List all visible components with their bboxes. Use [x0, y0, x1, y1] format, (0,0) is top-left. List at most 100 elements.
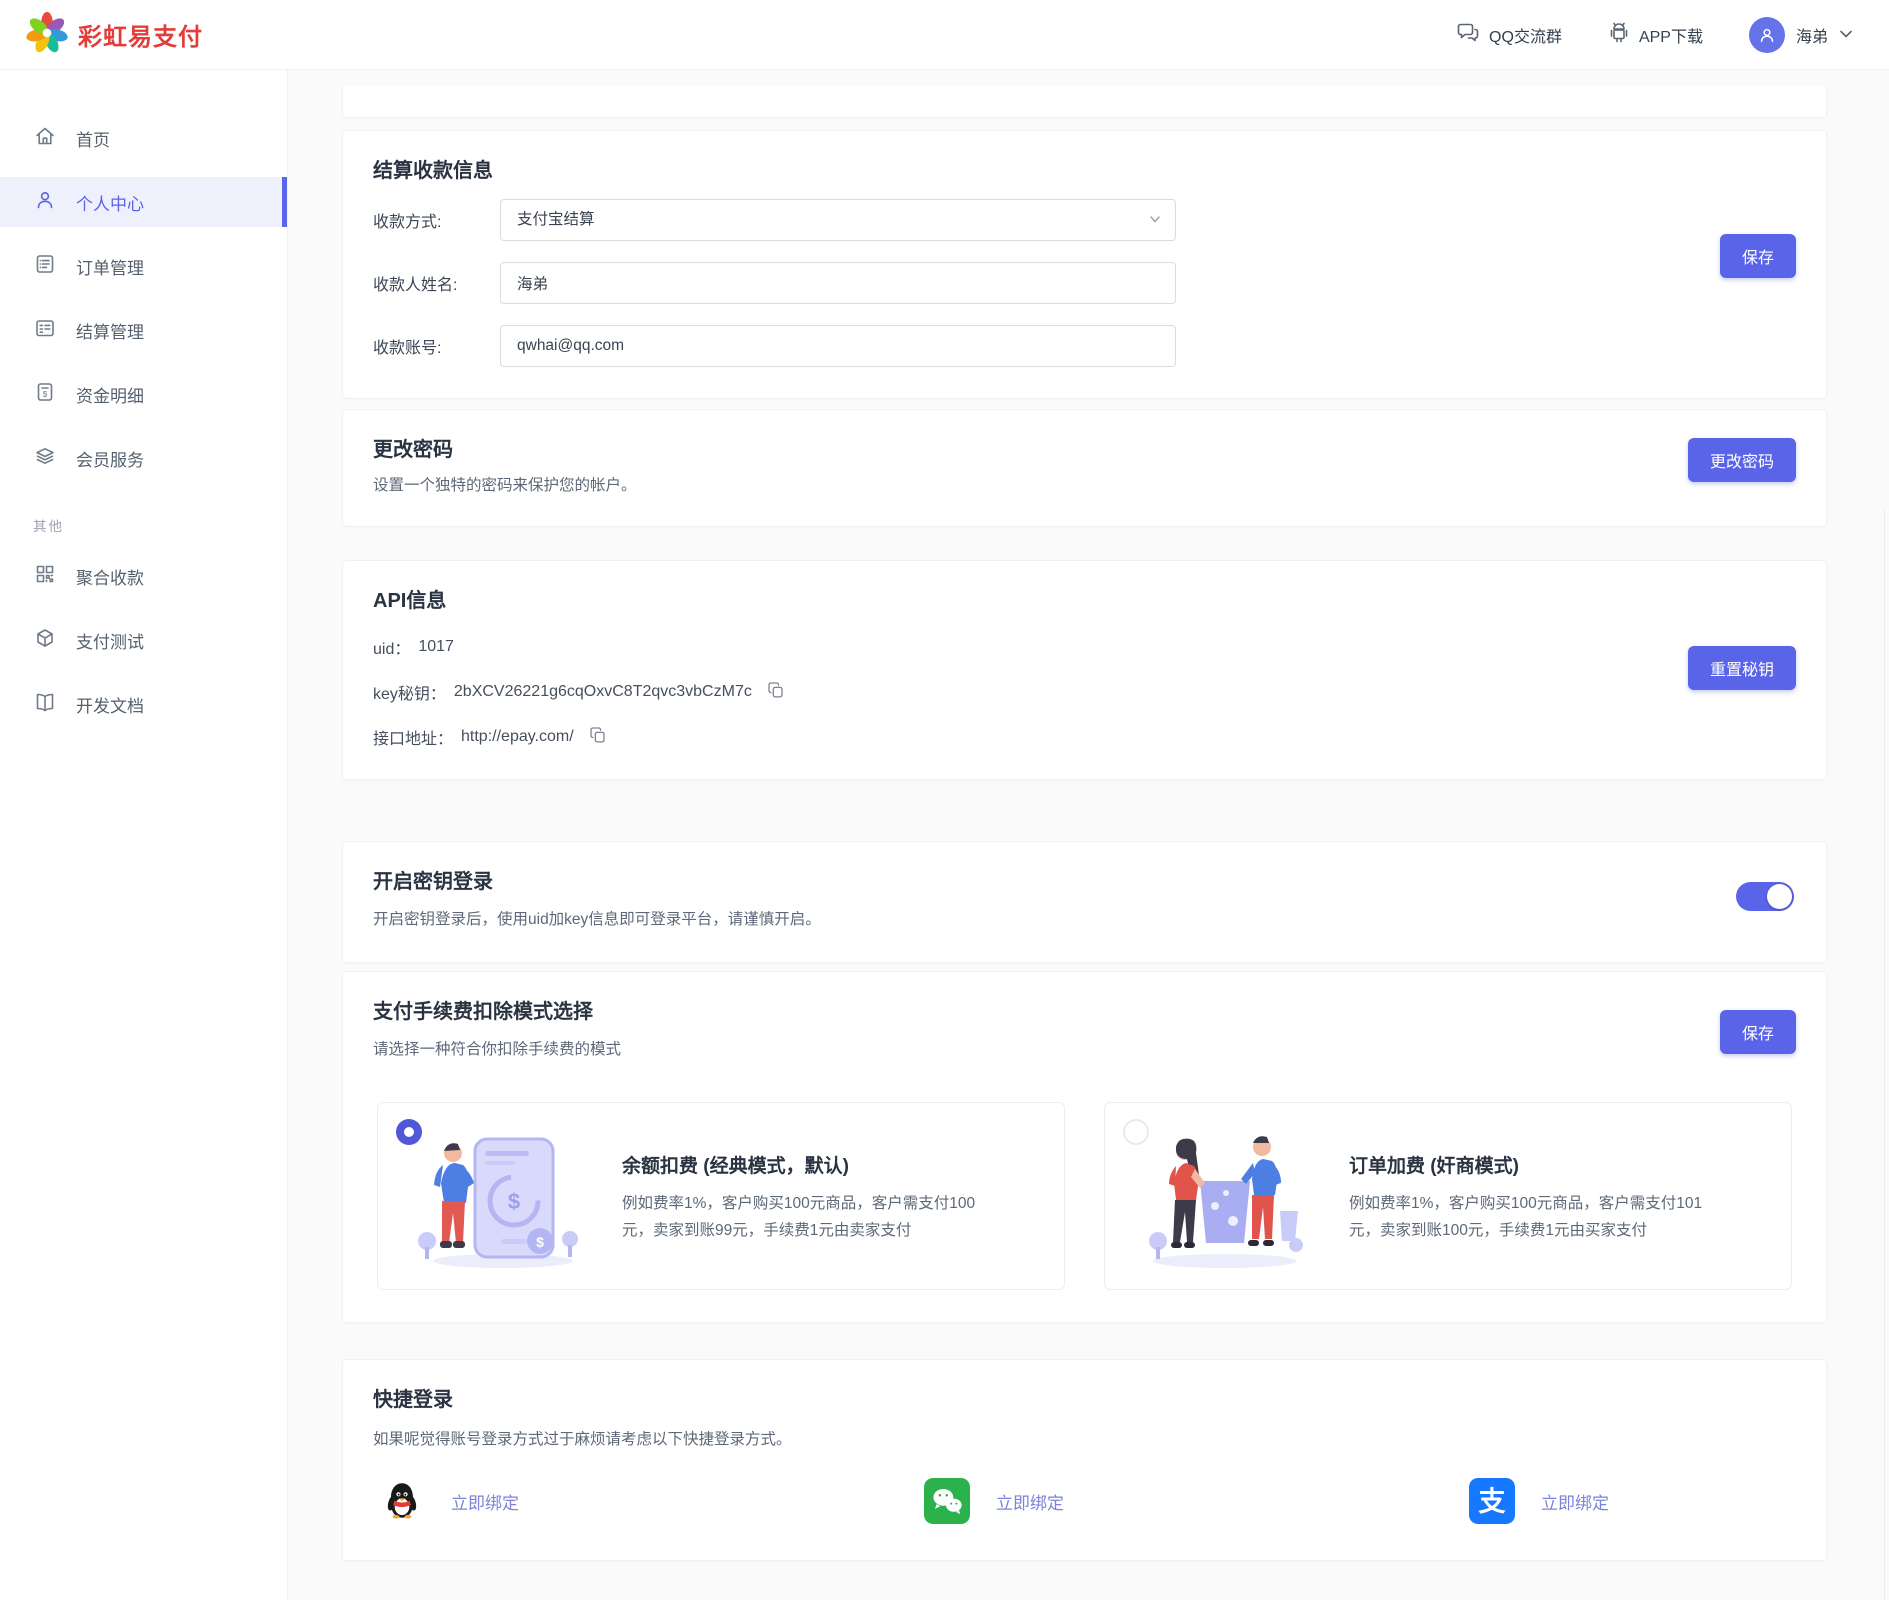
mode-surcharge-title: 订单加费 (奸商模式): [1349, 1151, 1719, 1178]
qq-group-link[interactable]: QQ交流群: [1456, 20, 1562, 49]
api-uid-value: 1017: [418, 638, 454, 656]
quick-login-card: 快捷登录 如果呢觉得账号登录方式过于麻烦请考虑以下快捷登录方式。: [342, 1359, 1827, 1561]
fee-mode-title: 支付手续费扣除模式选择: [373, 998, 1796, 1026]
sidebar-item-label: 订单管理: [76, 254, 144, 279]
mode-balance-desc: 例如费率1%，客户购买100元商品，客户需支付100元，卖家到账99元，手续费1…: [622, 1190, 992, 1244]
fee-mode-option-balance-deduct[interactable]: $ $: [377, 1102, 1065, 1290]
bind-item-qq: 立即绑定: [379, 1478, 924, 1524]
fee-mode-desc: 请选择一种符合你扣除手续费的模式: [373, 1038, 1796, 1062]
sidebar-item-home[interactable]: 首页: [0, 113, 287, 163]
key-login-title: 开启密钥登录: [373, 868, 1796, 896]
svg-text:$: $: [508, 1189, 520, 1214]
key-login-toggle[interactable]: [1736, 882, 1794, 911]
svg-text:$: $: [536, 1234, 544, 1250]
quick-login-title: 快捷登录: [373, 1386, 1796, 1414]
sidebar-item-funds-detail[interactable]: $ 资金明细: [0, 369, 287, 419]
radio-unselected-icon[interactable]: [1123, 1119, 1149, 1145]
fee-mode-card: 支付手续费扣除模式选择 请选择一种符合你扣除手续费的模式 保存 $: [342, 971, 1827, 1323]
sidebar-item-personal-center[interactable]: 个人中心: [0, 177, 287, 227]
bind-qq-link[interactable]: 立即绑定: [451, 1489, 519, 1514]
sidebar-item-payment-test[interactable]: 支付测试: [0, 615, 287, 665]
api-url-row: 接口地址： http://epay.com/: [373, 725, 1796, 749]
bind-item-wechat: 立即绑定: [924, 1478, 1469, 1524]
reset-key-button[interactable]: 重置秘钥: [1688, 646, 1796, 690]
fee-mode-option-order-surcharge[interactable]: 订单加费 (奸商模式) 例如费率1%，客户购买100元商品，客户需支付101元，…: [1104, 1102, 1792, 1290]
bind-item-alipay: 支 立即绑定: [1469, 1478, 1889, 1524]
quick-login-desc: 如果呢觉得账号登录方式过于麻烦请考虑以下快捷登录方式。: [373, 1428, 1796, 1452]
api-info-card: API信息 uid： 1017 key秘钥： 2bXCV26221g6cqOxv…: [342, 560, 1827, 780]
api-url-label: 接口地址：: [373, 725, 453, 749]
sidebar-item-label: 会员服务: [76, 446, 144, 471]
app-download-label: APP下载: [1639, 23, 1703, 47]
mode-balance-title: 余额扣费 (经典模式，默认): [622, 1151, 992, 1178]
radio-selected-icon[interactable]: [396, 1119, 422, 1145]
qq-icon[interactable]: [379, 1478, 425, 1524]
android-icon: [1608, 20, 1630, 49]
alipay-icon[interactable]: 支: [1469, 1478, 1515, 1524]
settlement-save-button[interactable]: 保存: [1720, 234, 1796, 278]
api-info-title: API信息: [373, 587, 1796, 615]
svg-text:$: $: [43, 390, 48, 399]
api-uid-row: uid： 1017: [373, 635, 1796, 659]
payee-name-row: 收款人姓名:: [373, 262, 1796, 304]
change-password-card: 更改密码 设置一个独特的密码来保护您的帐户。 更改密码: [342, 409, 1827, 527]
qq-group-label: QQ交流群: [1489, 23, 1562, 47]
cube-icon: [33, 626, 57, 655]
payee-account-input[interactable]: [500, 325, 1176, 367]
api-key-value: 2bXCV26221g6cqOxvC8T2qvc3vbCzM7c: [454, 683, 752, 701]
sidebar-item-label: 个人中心: [76, 190, 144, 215]
scrollbar-track[interactable]: [1884, 510, 1885, 1600]
copy-icon[interactable]: [766, 680, 785, 704]
payment-method-row: 收款方式: 支付宝结算: [373, 199, 1796, 241]
sidebar-item-aggregate-collection[interactable]: 聚合收款: [0, 551, 287, 601]
copy-icon[interactable]: [588, 725, 607, 749]
sidebar-item-label: 结算管理: [76, 318, 144, 343]
payee-name-label: 收款人姓名:: [373, 271, 500, 295]
api-uid-label: uid：: [373, 635, 410, 659]
wechat-icon[interactable]: [924, 1478, 970, 1524]
payment-method-select[interactable]: 支付宝结算: [500, 199, 1176, 241]
bind-alipay-link[interactable]: 立即绑定: [1541, 1489, 1609, 1514]
sidebar-item-dev-docs[interactable]: 开发文档: [0, 679, 287, 729]
qrcode-icon: [33, 562, 57, 591]
key-login-card: 开启密钥登录 开启密钥登录后，使用uid加key信息即可登录平台，请谨慎开启。: [342, 841, 1827, 963]
username: 海弟: [1796, 23, 1828, 47]
sidebar-section-other: 其他: [33, 515, 287, 535]
app-logo: 彩虹易支付: [24, 9, 203, 60]
sidebar-item-settlement-management[interactable]: 结算管理: [0, 305, 287, 355]
layers-icon: [33, 444, 57, 473]
user-avatar: [1749, 17, 1785, 53]
select-caret-icon: [1148, 212, 1162, 231]
sidebar-item-label: 首页: [76, 126, 110, 151]
scrolled-card-bottom: [342, 86, 1827, 118]
sidebar-item-member-services[interactable]: 会员服务: [0, 433, 287, 483]
settlement-card-icon: [33, 316, 57, 345]
payee-account-label: 收款账号:: [373, 334, 500, 358]
top-header: 彩虹易支付 QQ交流群 APP下载: [0, 0, 1889, 70]
payee-account-row: 收款账号:: [373, 325, 1796, 367]
change-password-button[interactable]: 更改密码: [1688, 438, 1796, 482]
mode-surcharge-desc: 例如费率1%，客户购买100元商品，客户需支付101元，卖家到账100元，手续费…: [1349, 1190, 1719, 1244]
order-list-icon: [33, 252, 57, 281]
rainbow-flower-logo-icon: [24, 9, 70, 60]
chat-bubble-icon: [1456, 20, 1480, 49]
app-download-link[interactable]: APP下载: [1608, 20, 1703, 49]
bind-wechat-link[interactable]: 立即绑定: [996, 1489, 1064, 1514]
change-password-desc: 设置一个独特的密码来保护您的帐户。: [373, 474, 1796, 498]
chevron-down-icon: [1839, 26, 1853, 44]
api-url-value: http://epay.com/: [461, 728, 574, 746]
payee-name-input[interactable]: [500, 262, 1176, 304]
main-content: 结算收款信息 收款方式: 支付宝结算 收款人姓名: 收款账号: 保存: [288, 70, 1889, 1600]
sidebar-item-order-management[interactable]: 订单管理: [0, 241, 287, 291]
person-with-phone-illustration: $ $: [398, 1120, 598, 1272]
book-icon: [33, 690, 57, 719]
settlement-info-card: 结算收款信息 收款方式: 支付宝结算 收款人姓名: 收款账号: 保存: [342, 130, 1827, 399]
user-menu[interactable]: 海弟: [1749, 17, 1853, 53]
sidebar-nav: 首页 个人中心 订单管理 结算管理: [0, 70, 288, 1600]
home-icon: [33, 124, 57, 153]
sidebar-item-label: 聚合收款: [76, 564, 144, 589]
sidebar-item-label: 资金明细: [76, 382, 144, 407]
fee-mode-save-button[interactable]: 保存: [1720, 1010, 1796, 1054]
api-key-row: key秘钥： 2bXCV26221g6cqOxvC8T2qvc3vbCzM7c: [373, 680, 1796, 704]
api-key-label: key秘钥：: [373, 680, 446, 704]
